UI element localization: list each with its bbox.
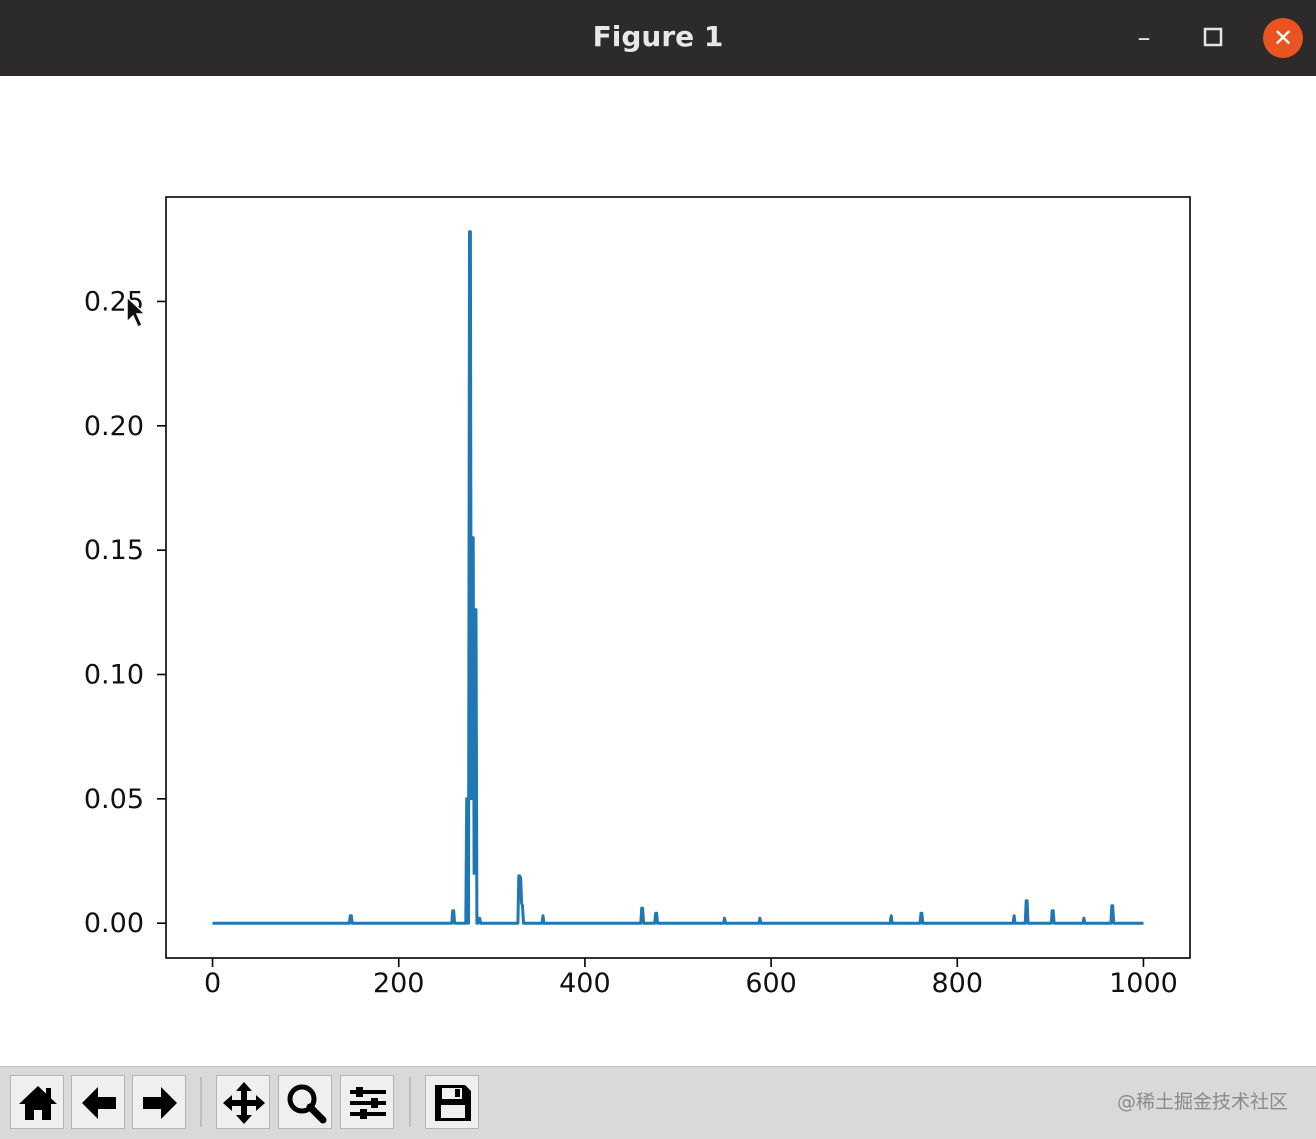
close-button[interactable]: ✕ — [1263, 18, 1303, 58]
configure-subplots-button[interactable] — [340, 1075, 394, 1129]
figure-canvas[interactable]: 0 200 400 600 800 1000 0.00 0.05 0.10 0.15 0.20 0.2… — [0, 76, 1316, 1066]
y-tick-label: 0.10 — [84, 659, 144, 690]
toolbar-separator — [409, 1077, 411, 1127]
line-chart: 0 200 400 600 800 10000.000.050.100.150.200.2… — [84, 196, 1191, 999]
window-title: Figure 1 — [592, 20, 724, 53]
home-button[interactable] — [10, 1075, 64, 1129]
mouse-pointer-icon — [126, 295, 148, 334]
watermark: @稀土掘金技术社区 — [1116, 1091, 1288, 1113]
maximize-icon — [1203, 27, 1223, 47]
y-tick-label: 0.00 — [84, 908, 144, 939]
sliders-icon — [350, 1087, 386, 1119]
maximize-button[interactable] — [1193, 18, 1233, 58]
toolbar-separator — [200, 1077, 202, 1127]
home-icon — [19, 1086, 57, 1120]
window-titlebar[interactable]: Figure 1 – ✕ — [0, 0, 1316, 76]
x-tick-label: 0 — [204, 968, 221, 999]
magnifier-icon — [287, 1084, 327, 1124]
y-tick-label: 0.20 — [84, 411, 144, 442]
forward-button[interactable] — [132, 1075, 186, 1129]
x-tick-label: 200 — [373, 968, 425, 999]
y-tick-label: 0.05 — [84, 784, 144, 815]
series-line-0 — [212, 230, 1144, 925]
minimize-button[interactable]: – — [1124, 18, 1164, 58]
axes-frame — [165, 196, 1191, 959]
close-icon: ✕ — [1272, 24, 1294, 52]
pan-button[interactable] — [216, 1075, 270, 1129]
x-tick-label: 400 — [559, 968, 611, 999]
save-button[interactable] — [425, 1075, 479, 1129]
move-icon — [223, 1082, 265, 1124]
x-tick-label: 800 — [931, 968, 983, 999]
arrow-left-icon — [82, 1087, 116, 1119]
y-tick-label: 0.15 — [84, 535, 144, 566]
x-tick-label: 600 — [745, 968, 797, 999]
x-tick-label: 1000 — [1109, 968, 1178, 999]
minimize-icon: – — [1137, 23, 1151, 53]
zoom-button[interactable] — [278, 1075, 332, 1129]
arrow-right-icon — [143, 1087, 177, 1119]
back-button[interactable] — [71, 1075, 125, 1129]
floppy-disk-icon — [435, 1085, 471, 1121]
